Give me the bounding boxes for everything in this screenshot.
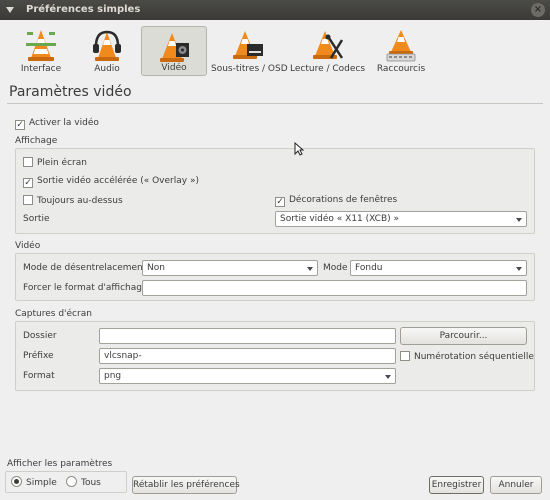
cone-interface-icon: [26, 30, 56, 61]
page-title: Paramètres vidéo: [9, 84, 132, 100]
save-button[interactable]: Enregistrer: [429, 476, 484, 494]
overlay-label: Sortie vidéo accélérée (« Overlay »): [37, 176, 199, 186]
category-interface[interactable]: Interface: [10, 26, 72, 76]
folder-label: Dossier: [23, 331, 57, 341]
output-select[interactable]: Sortie vidéo « X11 (XCB) »: [275, 211, 527, 227]
all-radio-label: Tous: [81, 478, 101, 488]
always-on-top-checkbox[interactable]: Toujours au-dessus: [23, 195, 123, 206]
cancel-button[interactable]: Annuler: [490, 476, 542, 494]
decorations-label: Décorations de fenêtres: [289, 195, 398, 205]
checkbox-checked-icon: ✓: [23, 178, 33, 188]
title-divider: [7, 103, 543, 104]
display-group-title: Affichage: [15, 136, 58, 146]
folder-input[interactable]: [99, 328, 396, 344]
format-select[interactable]: png: [99, 368, 396, 384]
cone-headphones-icon: [93, 30, 121, 61]
mode-select-value: Fondu: [355, 263, 383, 273]
category-label: Sous-titres / OSD: [211, 64, 288, 74]
prefix-input[interactable]: vlcsnap-: [99, 348, 396, 364]
reset-preferences-button[interactable]: Rétablir les préférences: [132, 476, 240, 494]
category-label: Audio: [94, 64, 120, 74]
output-select-value: Sortie vidéo « X11 (XCB) »: [280, 214, 399, 224]
checkbox-checked-icon: ✓: [275, 197, 285, 207]
always-on-top-label: Toujours au-dessus: [37, 196, 123, 206]
mode-select[interactable]: Fondu: [350, 260, 527, 276]
deinterlace-select-value: Non: [147, 263, 165, 273]
category-label: Interface: [20, 64, 62, 74]
chevron-down-icon: [385, 375, 391, 379]
category-audio[interactable]: Audio: [80, 26, 134, 76]
category-label: Vidéo: [161, 63, 187, 73]
deinterlace-label: Mode de désentrelacement: [23, 263, 147, 273]
mode-label: Mode: [323, 263, 348, 273]
overlay-checkbox[interactable]: ✓ Sortie vidéo accélérée (« Overlay »): [23, 176, 199, 188]
radio-unselected-icon: [66, 476, 77, 487]
mouse-pointer-icon: [294, 142, 304, 156]
cone-video-icon: [160, 33, 189, 62]
simple-radio[interactable]: Simple: [11, 476, 57, 488]
fullscreen-label: Plein écran: [37, 158, 87, 168]
category-video[interactable]: Vidéo: [141, 26, 207, 76]
sequential-checkbox[interactable]: Numérotation séquentielle: [400, 351, 534, 362]
fullscreen-checkbox[interactable]: Plein écran: [23, 157, 87, 168]
cone-hotkeys-icon: [386, 30, 416, 62]
deinterlace-select[interactable]: Non: [142, 260, 318, 276]
format-select-value: png: [104, 371, 122, 381]
enable-video-checkbox[interactable]: ✓ Activer la vidéo: [15, 118, 99, 130]
aspect-label: Forcer le format d'affichage: [23, 283, 148, 293]
prefix-label: Préfixe: [23, 351, 54, 361]
video-group-title: Vidéo: [15, 241, 41, 251]
simple-radio-label: Simple: [26, 478, 57, 488]
show-settings-label: Afficher les paramètres: [7, 459, 113, 469]
aspect-input[interactable]: [142, 280, 527, 296]
output-label: Sortie: [23, 214, 50, 224]
checkbox-unchecked-icon: [23, 157, 33, 167]
category-label: Lecture / Codecs: [290, 64, 366, 74]
format-label: Format: [23, 371, 55, 381]
cone-subtitles-icon: [233, 31, 263, 59]
cone-codecs-icon: [313, 31, 344, 59]
decorations-checkbox[interactable]: ✓ Décorations de fenêtres: [275, 195, 397, 207]
window-title: Préférences simples: [26, 4, 141, 15]
browse-button[interactable]: Parcourir...: [400, 327, 527, 345]
radio-selected-icon: [11, 476, 22, 487]
snapshots-group-title: Captures d'écran: [15, 309, 92, 319]
all-radio[interactable]: Tous: [66, 476, 101, 488]
checkbox-unchecked-icon: [400, 351, 410, 361]
category-label: Raccourcis: [376, 64, 426, 74]
preferences-window: Préférences simples × Interface Audio Vi…: [0, 0, 550, 500]
enable-video-label: Activer la vidéo: [29, 118, 99, 128]
window-menu-icon[interactable]: [6, 6, 14, 14]
category-codecs[interactable]: Lecture / Codecs: [290, 26, 366, 76]
close-icon[interactable]: ×: [531, 3, 545, 17]
title-bar: Préférences simples ×: [0, 0, 550, 20]
sequential-label: Numérotation séquentielle: [414, 352, 534, 362]
checkbox-checked-icon: ✓: [15, 120, 25, 130]
category-subtitles[interactable]: Sous-titres / OSD: [211, 26, 288, 76]
category-hotkeys[interactable]: Raccourcis: [374, 26, 428, 76]
chevron-down-icon: [307, 267, 313, 271]
chevron-down-icon: [516, 267, 522, 271]
checkbox-unchecked-icon: [23, 195, 33, 205]
chevron-down-icon: [516, 218, 522, 222]
category-toolbar: Interface Audio Vidéo Sous-titres / OSD …: [0, 20, 550, 80]
